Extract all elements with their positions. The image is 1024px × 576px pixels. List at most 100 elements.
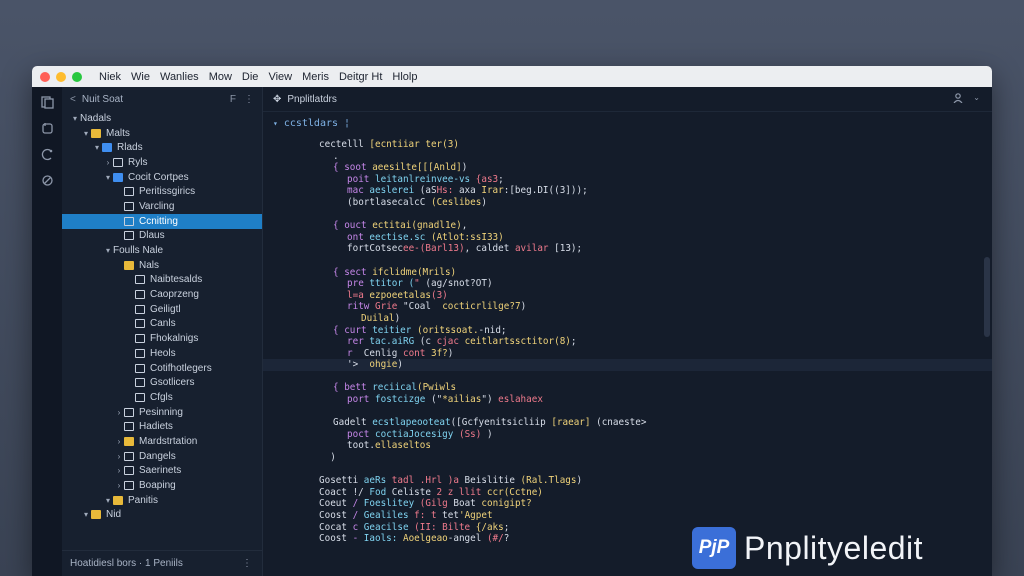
code-line[interactable]: Coost / Gealiles f: t tet'Agpet	[263, 510, 992, 522]
tree-item[interactable]: Nals	[62, 258, 262, 273]
code-line[interactable]: rer tac.aiRG (c cjac ceitlartssctitor(8)…	[263, 336, 992, 348]
tree-item[interactable]: Ccnitting	[62, 213, 262, 229]
tree-item[interactable]: Hadiets	[62, 419, 262, 434]
source-control-icon[interactable]	[40, 147, 54, 161]
tree-item[interactable]: ▾ Foulls Nale	[62, 243, 262, 258]
menu-item[interactable]: Hlolp	[387, 71, 422, 83]
tree-item[interactable]: Fhokalnigs	[62, 331, 262, 346]
new-file-action[interactable]: F	[230, 94, 236, 105]
chevron-down-icon[interactable]: ⌄	[973, 93, 980, 106]
chevron-icon[interactable]: ▾	[103, 496, 113, 505]
code-line[interactable]: toot.ellaseltos	[263, 440, 992, 452]
tree-item[interactable]: ▾ Rlads	[62, 140, 262, 155]
code-line[interactable]: .	[263, 151, 992, 163]
menu-item[interactable]: Wanlies	[155, 71, 204, 83]
menu-item[interactable]: View	[263, 71, 297, 83]
account-icon[interactable]	[953, 92, 963, 106]
menu-item[interactable]: Wie	[126, 71, 155, 83]
search-icon[interactable]	[40, 121, 54, 135]
code-line[interactable]	[263, 464, 992, 476]
chevron-icon[interactable]: ›	[114, 408, 124, 417]
tree-item[interactable]: ▾ Panitis	[62, 493, 262, 508]
close-window-button[interactable]	[40, 71, 50, 82]
chevron-icon[interactable]: ▾	[70, 114, 80, 123]
chevron-icon[interactable]: ▾	[81, 129, 91, 138]
code-line[interactable]: { curt teitier (oritssoat.-nid;	[263, 325, 992, 337]
tree-item[interactable]: ▾ Cocit Cortpes	[62, 170, 262, 185]
tree-item[interactable]: Caoprzeng	[62, 287, 262, 302]
maximize-window-button[interactable]	[72, 71, 82, 82]
code-line[interactable]: Gadelt ecstlapeooteat([Gcfyenitsicliip […	[263, 417, 992, 429]
tree-item[interactable]: › Mardstrtation	[62, 434, 262, 449]
vertical-scrollbar[interactable]	[984, 257, 990, 337]
code-line[interactable]: )	[263, 452, 992, 464]
code-line[interactable]: cectelll [ecntiiar ter(3)	[263, 139, 992, 151]
files-icon[interactable]	[40, 95, 54, 109]
tree-item[interactable]: Peritissgirics	[62, 184, 262, 199]
code-line[interactable]: l=a ezpoeetalas(3)	[263, 290, 992, 302]
code-area[interactable]: cectelll [ecntiiar ter(3).{ soot aeesilt…	[263, 139, 992, 545]
collapse-chevron-icon[interactable]: <	[70, 94, 76, 105]
code-line[interactable]: r Cenlig cont 3f?)	[263, 348, 992, 360]
chevron-icon[interactable]: ›	[114, 452, 124, 461]
chevron-icon[interactable]: ▾	[103, 246, 113, 255]
code-line[interactable]: fortCotsecee-(Barl13), caldet avilar [13…	[263, 243, 992, 255]
chevron-icon[interactable]: ▾	[81, 510, 91, 519]
code-line[interactable]: poct coctiaJocesigy (Ss) )	[263, 429, 992, 441]
code-line[interactable]	[263, 406, 992, 418]
tree-item[interactable]: Gsotlicers	[62, 375, 262, 390]
menu-item[interactable]: Mow	[204, 71, 237, 83]
tree-item[interactable]: Geiligtl	[62, 302, 262, 317]
more-icon[interactable]: ⋮	[242, 558, 252, 569]
tree-item[interactable]: › Ryls	[62, 155, 262, 170]
menu-item[interactable]: Die	[237, 71, 264, 83]
tree-item[interactable]: Dlaus	[62, 229, 262, 244]
code-line[interactable]: ritw Grie "Coal cocticrlilge?7)	[263, 301, 992, 313]
more-actions-icon[interactable]: ⋮	[244, 94, 254, 105]
code-line[interactable]: { soot aeesilte[[[Anld])	[263, 162, 992, 174]
code-line[interactable]: '> ohgie)	[263, 359, 992, 371]
chevron-icon[interactable]: ›	[114, 437, 124, 446]
breadcrumb-path[interactable]: ccstldars ¦	[284, 118, 350, 129]
tree-item[interactable]: Heols	[62, 346, 262, 361]
breadcrumb-caret-icon[interactable]: ▾	[273, 119, 278, 128]
code-line[interactable]: { sect ifclidme(Mrils)	[263, 267, 992, 279]
tree-item[interactable]: Varcling	[62, 199, 262, 214]
tree-item[interactable]: Cotifhotlegers	[62, 361, 262, 376]
code-line[interactable]	[263, 209, 992, 221]
tree-item[interactable]: Cfgls	[62, 390, 262, 405]
tree-item[interactable]: › Boaping	[62, 478, 262, 493]
menu-item[interactable]: Deitgr Ht	[334, 71, 387, 83]
code-line[interactable]: Coeut / Foeslitey (Gilg Boat conigipt?	[263, 498, 992, 510]
code-line[interactable]: poit leitanlreinvee-vs {as3;	[263, 174, 992, 186]
editor-tab-title[interactable]: Pnplitlatdrs	[287, 94, 336, 105]
tree-item[interactable]: Naibtesalds	[62, 273, 262, 288]
code-line[interactable]: Duilal)	[263, 313, 992, 325]
code-line[interactable]: Gosetti aeRs tadl .Hrl )a Beislitie (Ral…	[263, 475, 992, 487]
tree-item[interactable]: › Dangels	[62, 449, 262, 464]
chevron-icon[interactable]: ›	[114, 481, 124, 490]
code-line[interactable]: mac aeslerei (aSHs: axa Irar:[beg.DI((3]…	[263, 185, 992, 197]
code-line[interactable]: port fostcizge ("*ailias") eslahaex	[263, 394, 992, 406]
code-line[interactable]: ont eectise.sc (Atlot:ssI33)	[263, 232, 992, 244]
code-line[interactable]	[263, 371, 992, 383]
code-line[interactable]: { ouct ectitai(gnadl1e),	[263, 220, 992, 232]
code-line[interactable]: Coact !/ Fod Celiste 2 z llit ccr(Cctne)	[263, 487, 992, 499]
code-line[interactable]	[263, 255, 992, 267]
tree-item[interactable]: ▾ Malts	[62, 126, 262, 141]
chevron-icon[interactable]: ›	[103, 158, 113, 167]
code-line[interactable]: (bortlasecalcC (Ceslibes)	[263, 197, 992, 209]
tree-item[interactable]: Canls	[62, 317, 262, 332]
code-line[interactable]: pre ttitor (" (ag/snot?OT)	[263, 278, 992, 290]
tree-item[interactable]: ▾ Nadals	[62, 111, 262, 126]
chevron-icon[interactable]: ›	[114, 466, 124, 475]
menu-item[interactable]: Meris	[297, 71, 334, 83]
extensions-icon[interactable]	[40, 173, 54, 187]
chevron-icon[interactable]: ▾	[103, 173, 113, 182]
menu-item[interactable]: Niek	[94, 71, 126, 83]
tree-item[interactable]: › Saerinets	[62, 464, 262, 479]
tree-item[interactable]: › Pesinning	[62, 405, 262, 420]
chevron-icon[interactable]: ▾	[92, 143, 102, 152]
tree-item[interactable]: ▾ Nid	[62, 508, 262, 523]
code-line[interactable]: { bett reciical(Pwiwls	[263, 382, 992, 394]
